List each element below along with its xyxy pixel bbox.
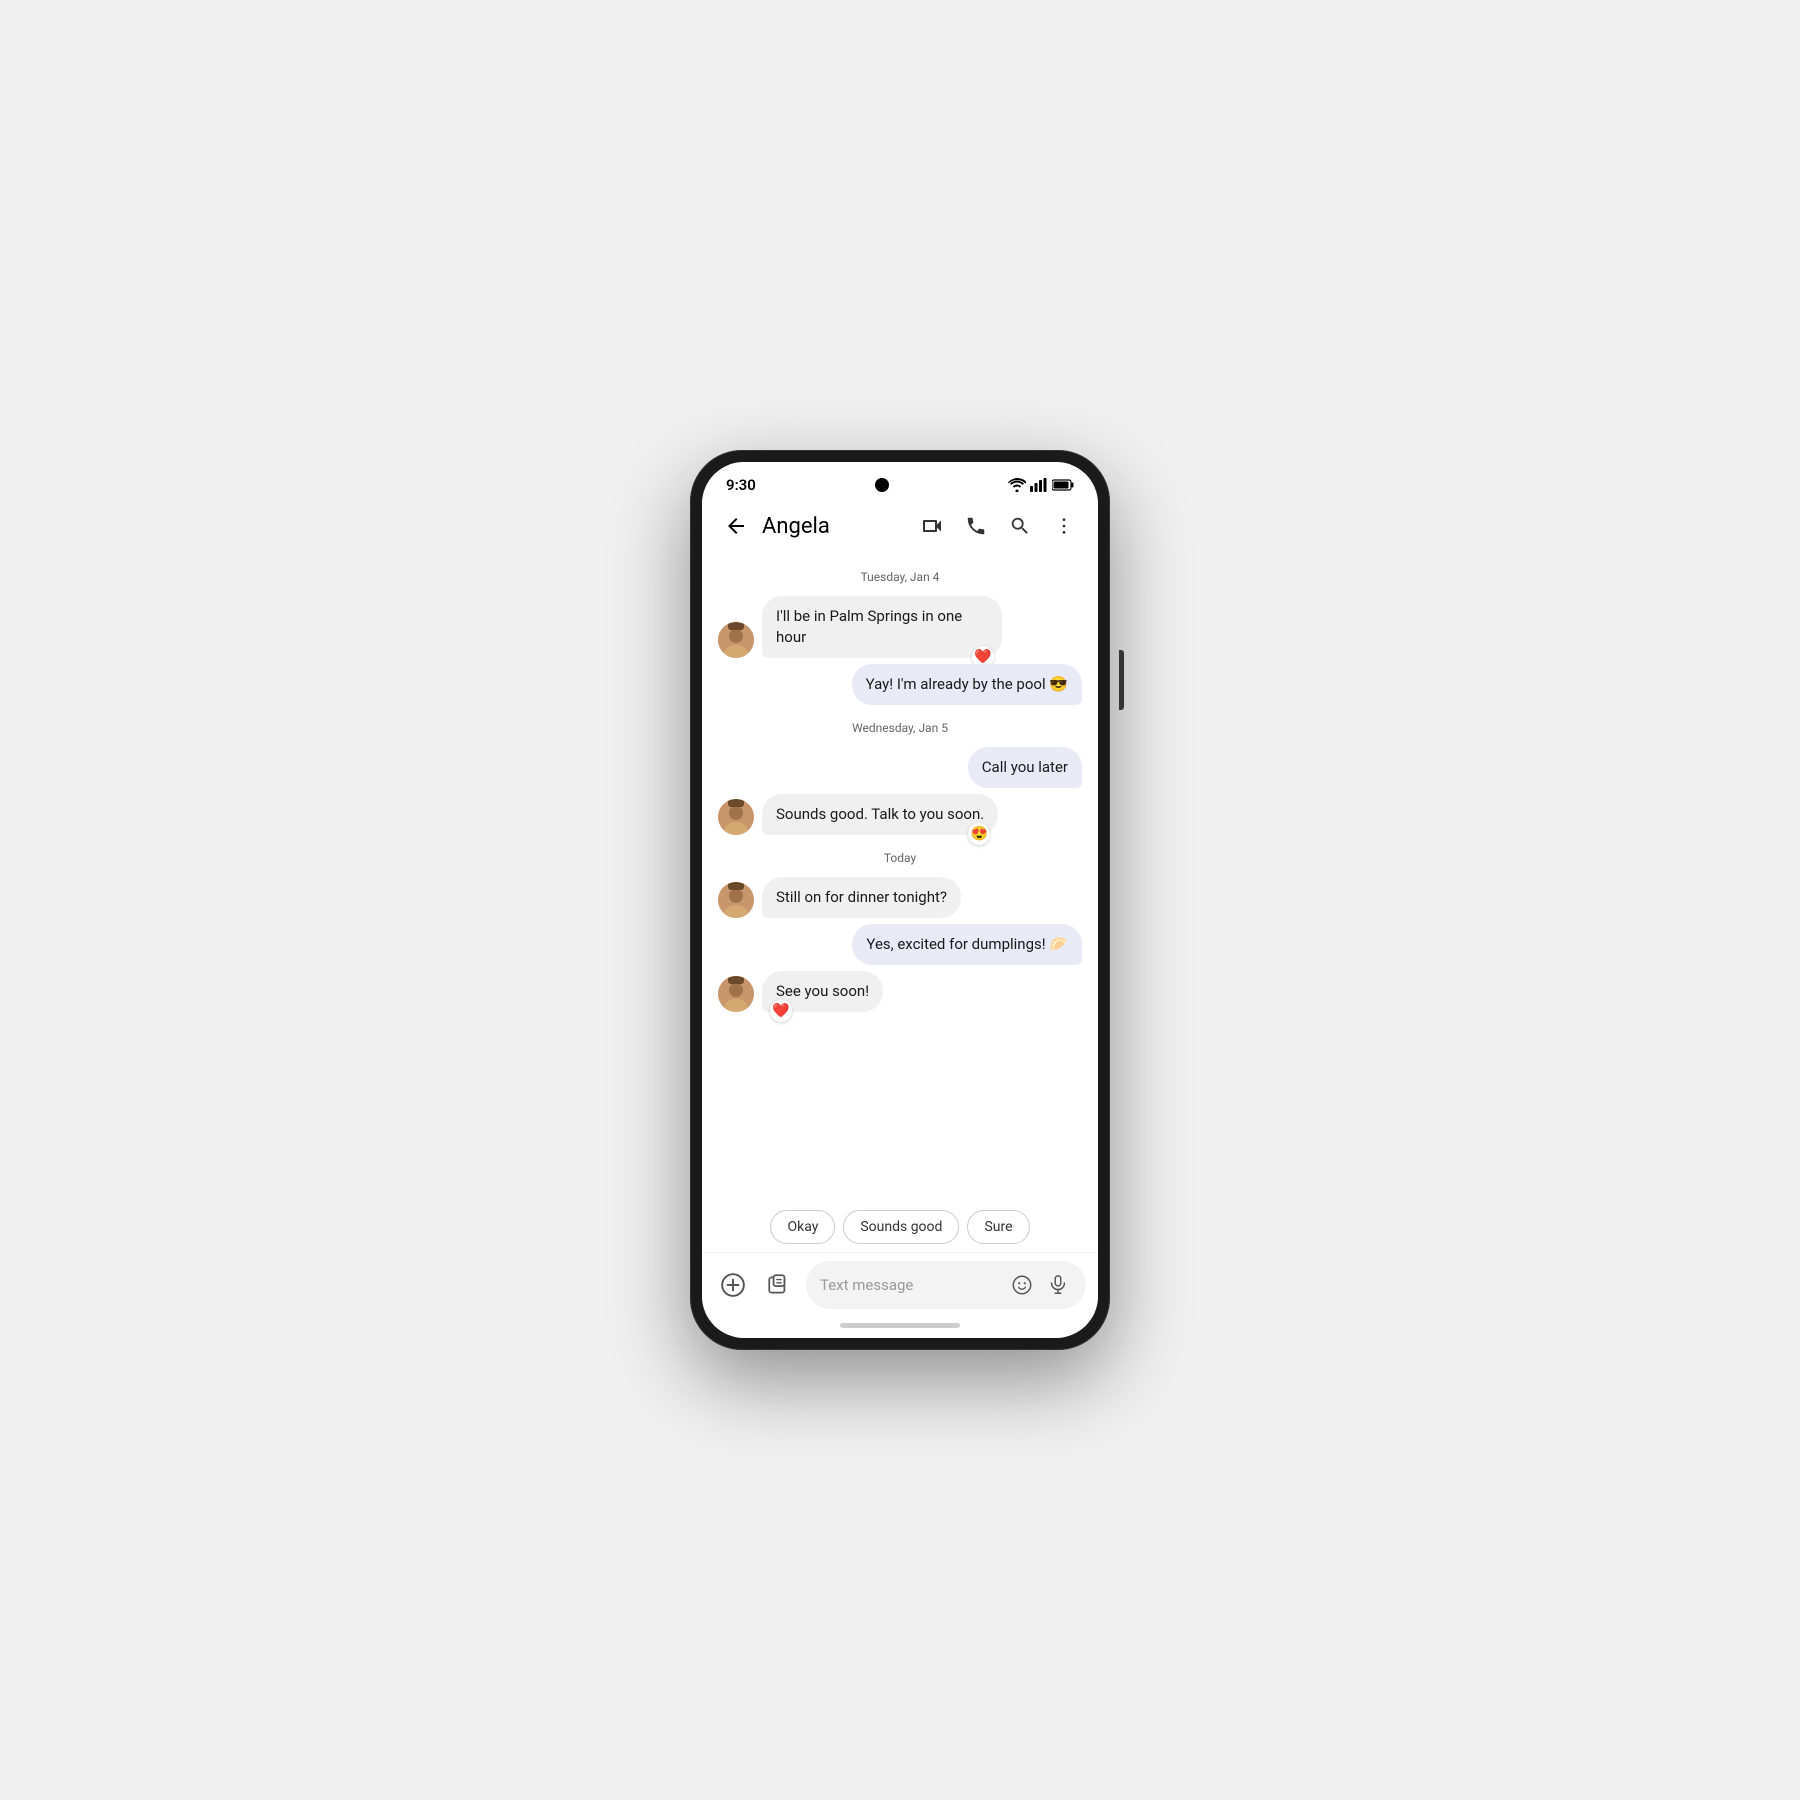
- video-call-button[interactable]: [914, 508, 950, 544]
- avatar-7: [718, 976, 754, 1012]
- bubble-4: Sounds good. Talk to you soon.: [762, 794, 998, 835]
- volume-button: [1119, 650, 1124, 710]
- avatar-1: [718, 622, 754, 658]
- bubble-wrap-3: Call you later: [968, 747, 1082, 788]
- input-bar: Text message: [702, 1252, 1098, 1317]
- status-icons: [1008, 478, 1074, 492]
- home-indicator[interactable]: [840, 1323, 960, 1328]
- quick-reply-okay[interactable]: Okay: [770, 1210, 835, 1244]
- emoji-button[interactable]: [1008, 1271, 1036, 1299]
- status-bar: 9:30: [702, 462, 1098, 500]
- message-row-2: Yay! I'm already by the pool 😎: [718, 664, 1082, 705]
- text-input-area[interactable]: Text message: [806, 1261, 1086, 1309]
- app-bar-actions: [914, 508, 1082, 544]
- phone-screen: 9:30: [702, 462, 1098, 1338]
- bubble-2: Yay! I'm already by the pool 😎: [852, 664, 1082, 705]
- reaction-4: 😍: [968, 823, 990, 845]
- bubble-1: I'll be in Palm Springs in one hour: [762, 596, 1002, 658]
- bubble-wrap-2: Yay! I'm already by the pool 😎: [852, 664, 1082, 705]
- bubble-wrap-7: See you soon! ❤️: [762, 971, 883, 1012]
- signal-icon: [1030, 478, 1048, 492]
- bubble-3: Call you later: [968, 747, 1082, 788]
- microphone-button[interactable]: [1044, 1271, 1072, 1299]
- bubble-wrap-1: I'll be in Palm Springs in one hour ❤️: [762, 596, 1002, 658]
- contact-name[interactable]: Angela: [762, 514, 906, 539]
- bubble-5: Still on for dinner tonight?: [762, 877, 961, 918]
- camera-notch: [875, 478, 889, 492]
- quick-replies: Okay Sounds good Sure: [702, 1202, 1098, 1252]
- quick-reply-sounds-good[interactable]: Sounds good: [843, 1210, 959, 1244]
- attachment-button[interactable]: [760, 1266, 798, 1304]
- date-divider-1: Tuesday, Jan 4: [718, 570, 1082, 584]
- message-row-6: Yes, excited for dumplings! 🥟: [718, 924, 1082, 965]
- wifi-icon: [1008, 478, 1026, 492]
- message-row-3: Call you later: [718, 747, 1082, 788]
- bubble-6: Yes, excited for dumplings! 🥟: [852, 924, 1082, 965]
- status-time: 9:30: [726, 476, 756, 494]
- message-row-7: See you soon! ❤️: [718, 971, 1082, 1012]
- more-options-button[interactable]: [1046, 508, 1082, 544]
- message-row-4: Sounds good. Talk to you soon. 😍: [718, 794, 1082, 835]
- app-bar: Angela: [702, 500, 1098, 552]
- text-input-placeholder: Text message: [820, 1276, 1000, 1294]
- message-row-1: I'll be in Palm Springs in one hour ❤️: [718, 596, 1082, 658]
- quick-reply-sure[interactable]: Sure: [967, 1210, 1029, 1244]
- bubble-wrap-4: Sounds good. Talk to you soon. 😍: [762, 794, 998, 835]
- bubble-wrap-5: Still on for dinner tonight?: [762, 877, 961, 918]
- bubble-wrap-6: Yes, excited for dumplings! 🥟: [852, 924, 1082, 965]
- avatar-5: [718, 882, 754, 918]
- message-row-5: Still on for dinner tonight?: [718, 877, 1082, 918]
- phone-call-button[interactable]: [958, 508, 994, 544]
- date-divider-2: Wednesday, Jan 5: [718, 721, 1082, 735]
- date-divider-3: Today: [718, 851, 1082, 865]
- search-button[interactable]: [1002, 508, 1038, 544]
- avatar-4: [718, 799, 754, 835]
- add-button[interactable]: [714, 1266, 752, 1304]
- reaction-7: ❤️: [770, 1000, 792, 1022]
- chat-area: Tuesday, Jan 4 I'll be in Palm Springs i…: [702, 552, 1098, 1202]
- phone-device: 9:30: [690, 450, 1110, 1350]
- back-button[interactable]: [718, 508, 754, 544]
- battery-icon: [1052, 479, 1074, 491]
